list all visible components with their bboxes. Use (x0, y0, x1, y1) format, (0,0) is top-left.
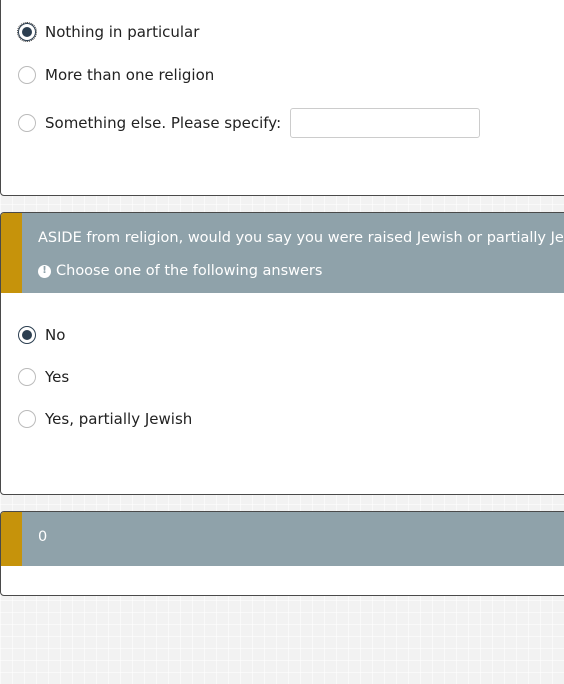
option-yes-partially-jewish[interactable]: Yes, partially Jewish (18, 410, 192, 428)
option-label: Yes, partially Jewish (45, 410, 193, 428)
question-accent-bar (1, 512, 22, 566)
radio-something-else[interactable] (18, 114, 36, 132)
radio-yes-partially-jewish[interactable] (18, 410, 36, 428)
radio-yes[interactable] (18, 368, 36, 386)
question-tip: ! Choose one of the following answers (23, 246, 564, 279)
question-card-religion: Nothing in particular More than one reli… (0, 0, 564, 196)
option-yes[interactable]: Yes (18, 368, 69, 386)
radio-nothing-in-particular[interactable] (17, 22, 37, 42)
question-text: 0 (38, 529, 48, 545)
option-label: No (45, 326, 66, 344)
question-card-next: 0 (0, 511, 564, 596)
option-nothing-in-particular[interactable]: Nothing in particular (17, 22, 200, 42)
option-label: Nothing in particular (45, 23, 200, 41)
other-specify-input[interactable] (290, 108, 481, 138)
question-header: ASIDE from religion, would you say you w… (1, 213, 564, 293)
option-more-than-one-religion[interactable]: More than one religion (18, 66, 214, 84)
radio-more-than-one-religion[interactable] (18, 66, 36, 84)
question-accent-bar (1, 213, 22, 293)
option-something-else[interactable]: Something else. Please specify: (18, 108, 481, 138)
option-label: More than one religion (45, 66, 215, 84)
option-no[interactable]: No (18, 326, 65, 344)
exclamation-circle-icon: ! (38, 264, 51, 278)
question-text: ASIDE from religion, would you say you w… (38, 230, 564, 246)
option-label: Yes (45, 368, 70, 386)
question-tip-text: Choose one of the following answers (56, 263, 323, 279)
option-label: Something else. Please specify: (45, 114, 282, 132)
question-header: 0 (1, 512, 564, 566)
question-card-raised-jewish: ASIDE from religion, would you say you w… (0, 212, 564, 495)
radio-no[interactable] (18, 326, 36, 344)
